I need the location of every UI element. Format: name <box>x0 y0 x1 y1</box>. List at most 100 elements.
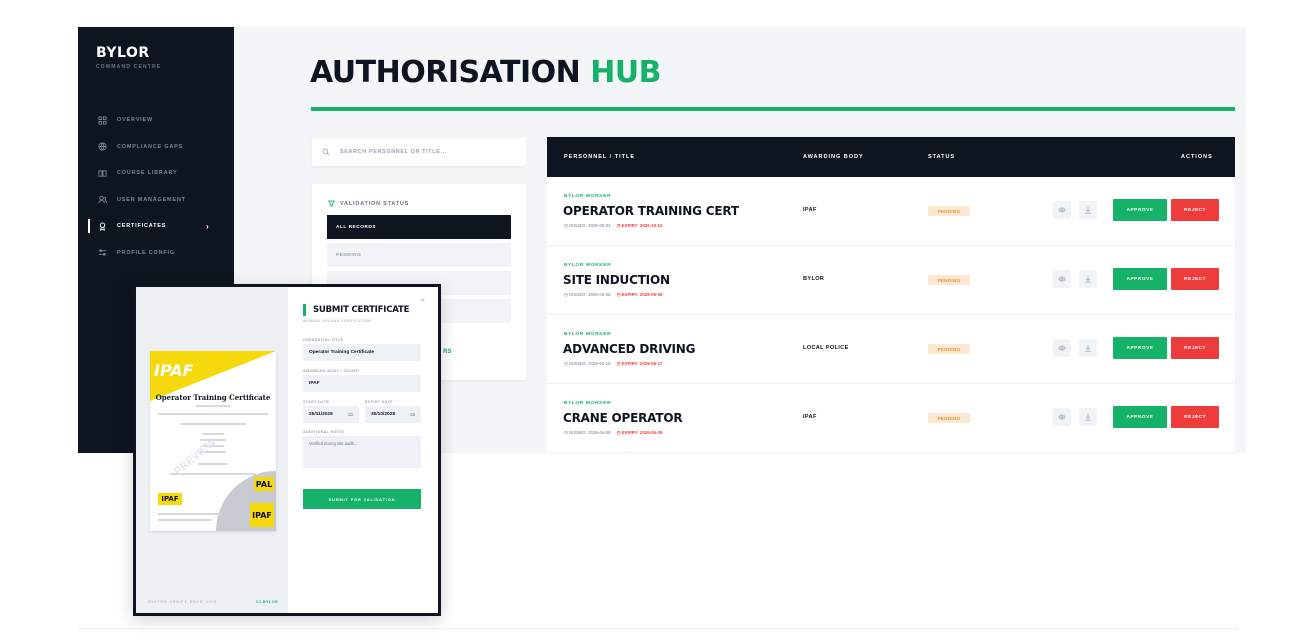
sidebar-item-certificates[interactable]: CERTIFICATES › <box>78 213 234 240</box>
screenshot-frame: BYLOR COMMAND CENTRE OVERVIEW COMPLIANCE… <box>0 0 1316 644</box>
awarding-body: IPAF <box>803 207 817 213</box>
text-line <box>158 513 222 515</box>
sidebar-item-label: COMPLIANCE GAPS <box>117 143 184 150</box>
page-title-accent: HUB <box>590 55 662 90</box>
ipaf-badge: IPAF <box>250 503 274 527</box>
search-icon <box>322 148 330 156</box>
issued-date: ◷ ISSUED: 2026-04-08 <box>564 430 611 435</box>
expiry-date: ◷ EXPIRY: 2026-10-10 <box>616 223 663 228</box>
filter-option-all-records[interactable]: ALL RECORDS <box>327 215 511 239</box>
download-button[interactable] <box>1079 339 1097 357</box>
eye-icon <box>1058 345 1066 351</box>
issued-date: ◷ ISSUED: 2026-04-15 <box>564 361 611 366</box>
ipaf-stamp: IPAF <box>158 493 182 505</box>
credential-label: CREDENTIAL TITLE <box>303 338 344 342</box>
reject-button[interactable]: REJECT <box>1171 337 1219 359</box>
view-button[interactable] <box>1053 339 1071 357</box>
table-row: BYLOR WORKER CRANE OPERATOR ◷ ISSUED: 20… <box>547 384 1235 453</box>
pal-stamp: PAL <box>254 477 274 491</box>
underlying-link-text: RS <box>443 349 452 355</box>
start-date-label: START DATE <box>303 400 330 404</box>
system-footer: SYSTEM_VERIFY_ENCR_2026 <box>148 600 217 604</box>
sidebar-item-course-library[interactable]: COURSE LIBRARY <box>78 160 234 187</box>
submit-form-pane: × SUBMIT CERTIFICATE MANUAL UPLOAD VERIF… <box>288 287 438 613</box>
sidebar-item-label: CERTIFICATES <box>117 223 167 230</box>
calendar-icon: ▭ <box>348 411 353 418</box>
reject-button[interactable]: REJECT <box>1171 268 1219 290</box>
filter-option-pending[interactable]: PENDING <box>327 243 511 267</box>
header-awarding-body: AWARDING BODY <box>803 154 864 160</box>
search-input[interactable]: SEARCH PERSONNEL OR TITLE... <box>312 138 526 166</box>
download-button[interactable] <box>1079 270 1097 288</box>
table-row: BYLOR WORKER ADVANCED DRIVING ◷ ISSUED: … <box>547 315 1235 384</box>
download-button[interactable] <box>1079 408 1097 426</box>
row-dates: ◷ ISSUED: 2026-04-08 ◷ EXPIRY: 2026-05-0… <box>564 292 662 298</box>
sliders-icon <box>98 249 107 256</box>
close-icon[interactable]: × <box>420 295 425 305</box>
row-kicker: BYLOR WORKER <box>564 401 612 406</box>
approve-button[interactable]: APPROVE <box>1113 268 1167 290</box>
text-line <box>202 433 224 435</box>
chevron-right-icon: › <box>206 221 210 231</box>
filter-heading: VALIDATION STATUS <box>328 200 409 207</box>
issued-date: ◷ ISSUED: 2026-04-08 <box>564 292 611 297</box>
row-dates: ◷ ISSUED: 2026-04-08 ◷ EXPIRY: 2026-06-0… <box>564 430 662 436</box>
row-dates: ◷ ISSUED: 2026-05-01 ◷ EXPIRY: 2026-10-1… <box>564 223 662 229</box>
status-badge: PENDING <box>928 344 970 354</box>
filter-icon <box>328 200 335 207</box>
book-icon <box>98 170 107 177</box>
divider <box>78 628 1238 629</box>
modal-subtitle: MANUAL UPLOAD VERIFICATION <box>303 319 372 323</box>
header-personnel: PERSONNEL / TITLE <box>564 154 635 160</box>
header-status: STATUS <box>928 154 956 160</box>
expiry-date: ◷ EXPIRY: 2026-06-09 <box>616 430 663 435</box>
download-icon <box>1085 413 1091 421</box>
version-footer: V1.BYLOR <box>256 600 279 604</box>
download-icon <box>1085 344 1091 352</box>
status-badge: PENDING <box>928 413 970 423</box>
page-title: AUTHORISATION HUB <box>310 55 662 90</box>
sidebar-item-overview[interactable]: OVERVIEW <box>78 107 234 134</box>
sidebar-item-profile-config[interactable]: PROFILE CONFIG <box>78 240 234 267</box>
additional-notes-field[interactable]: Verified during site audit... <box>303 436 421 468</box>
expiry-date-field[interactable]: 30/10/2028 ▭ <box>365 406 421 423</box>
issued-date: ◷ ISSUED: 2026-05-01 <box>564 223 611 228</box>
approve-button[interactable]: APPROVE <box>1113 199 1167 221</box>
credential-title-field[interactable]: Operator Training Certificate <box>303 344 421 361</box>
start-date-field[interactable]: 25/11/2026 ▭ <box>303 406 359 423</box>
brand-subtitle: COMMAND CENTRE <box>96 64 162 70</box>
certificate-icon <box>99 222 106 231</box>
row-title: CRANE OPERATOR <box>563 411 683 425</box>
view-button[interactable] <box>1053 201 1071 219</box>
page-title-main: AUTHORISATION <box>310 55 581 90</box>
search-placeholder: SEARCH PERSONNEL OR TITLE... <box>340 149 447 155</box>
download-icon <box>1085 275 1091 283</box>
sidebar-item-label: USER MANAGEMENT <box>117 196 186 203</box>
expiry-date-label: EXPIRY DATE <box>365 400 393 404</box>
awarding-body: LOCAL POLICE <box>803 345 849 351</box>
row-title: ADVANCED DRIVING <box>563 342 696 356</box>
sidebar-item-compliance-gaps[interactable]: COMPLIANCE GAPS <box>78 134 234 161</box>
submit-for-validation-button[interactable]: SUBMIT FOR VALIDATION <box>303 489 421 509</box>
reject-button[interactable]: REJECT <box>1171 199 1219 221</box>
sidebar-item-user-management[interactable]: USER MANAGEMENT <box>78 187 234 214</box>
eye-icon <box>1058 276 1066 282</box>
table-header: PERSONNEL / TITLE AWARDING BODY STATUS A… <box>547 137 1235 177</box>
view-button[interactable] <box>1053 408 1071 426</box>
row-kicker: BYLOR WORKER <box>564 332 612 337</box>
awarding-body-field[interactable]: IPAF <box>303 375 421 392</box>
view-button[interactable] <box>1053 270 1071 288</box>
notes-label: ADDITIONAL NOTES <box>303 430 345 434</box>
approve-button[interactable]: APPROVE <box>1113 406 1167 428</box>
header-actions: ACTIONS <box>1181 154 1213 160</box>
row-title: OPERATOR TRAINING CERT <box>563 204 739 218</box>
approve-button[interactable]: APPROVE <box>1113 337 1167 359</box>
eye-icon <box>1058 414 1066 420</box>
download-button[interactable] <box>1079 201 1097 219</box>
text-line <box>158 519 212 521</box>
certificate-preview: IPAF Operator Training Certificate PREVI… <box>150 351 276 531</box>
ipaf-logo: IPAF <box>154 361 194 380</box>
expiry-date: ◷ EXPIRY: 2026-05-05 <box>616 292 663 297</box>
text-line <box>180 423 246 425</box>
reject-button[interactable]: REJECT <box>1171 406 1219 428</box>
